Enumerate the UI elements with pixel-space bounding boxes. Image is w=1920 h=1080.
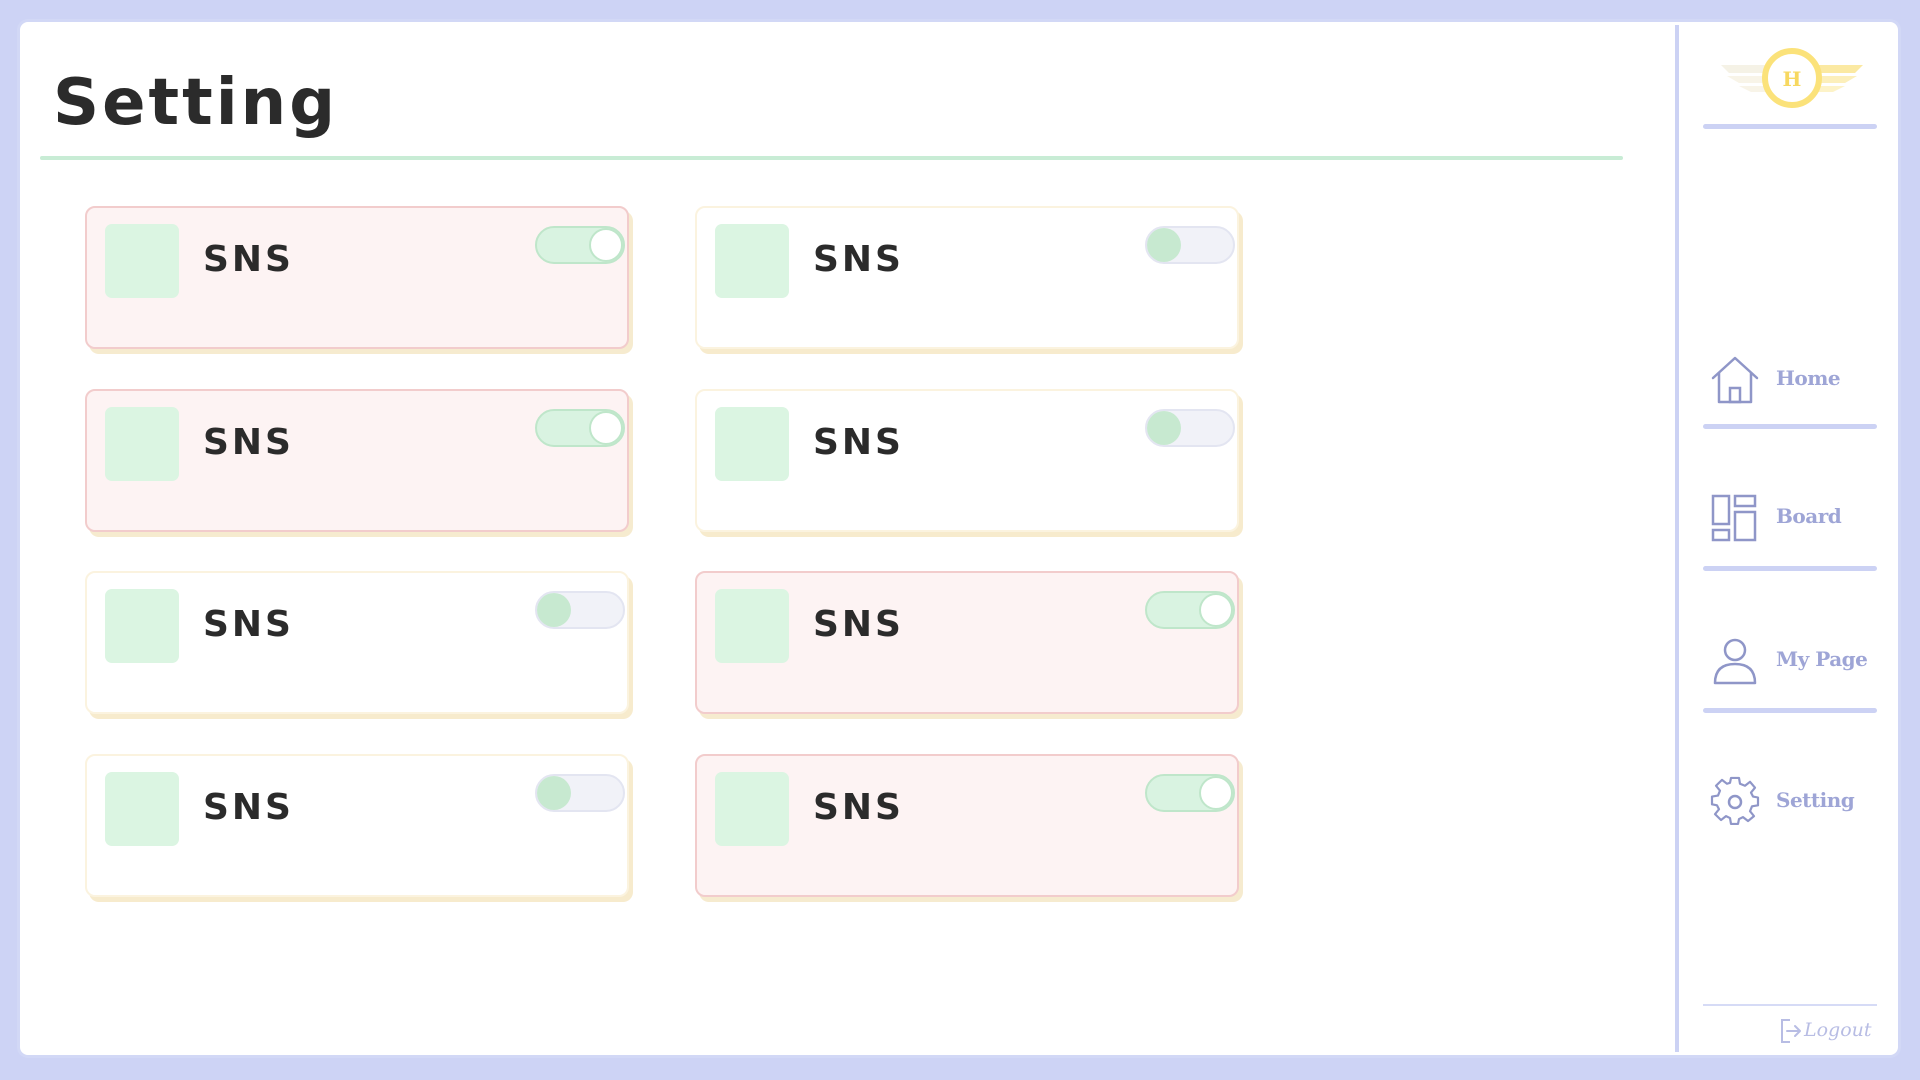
gear-icon — [1710, 776, 1760, 826]
main-content: Setting SNS SNS SNS SNS SNS SNS SNS SNS — [23, 25, 1673, 1052]
setting-label: SNS — [203, 604, 294, 645]
sns-icon — [105, 772, 179, 846]
logo-icon[interactable]: H — [1717, 43, 1867, 117]
setting-card: SNS — [695, 206, 1239, 349]
sns-icon — [715, 407, 789, 481]
sns-icon — [105, 589, 179, 663]
logout-divider — [1703, 1004, 1877, 1006]
home-icon — [1711, 356, 1759, 404]
sidebar: H Home Board My Page Setting Logout — [1675, 25, 1895, 1052]
user-icon — [1713, 638, 1757, 685]
toggle-knob — [537, 776, 571, 810]
sidebar-divider — [1703, 124, 1877, 129]
setting-toggle[interactable] — [1145, 774, 1235, 812]
sns-icon — [715, 772, 789, 846]
toggle-knob — [1199, 593, 1233, 627]
board-icon — [1711, 494, 1757, 542]
page-title: Setting — [53, 66, 338, 140]
setting-label: SNS — [203, 422, 294, 463]
sns-icon — [105, 407, 179, 481]
toggle-knob — [589, 411, 623, 445]
setting-label: SNS — [203, 239, 294, 280]
setting-label: SNS — [813, 604, 904, 645]
setting-toggle[interactable] — [535, 591, 625, 629]
sidebar-item-setting[interactable]: Setting — [1709, 771, 1879, 831]
setting-toggle[interactable] — [535, 774, 625, 812]
sidebar-item-label: Setting — [1776, 788, 1855, 812]
logout-icon — [1781, 1019, 1801, 1043]
setting-label: SNS — [813, 787, 904, 828]
app-window: Setting SNS SNS SNS SNS SNS SNS SNS SNS … — [20, 22, 1898, 1055]
toggle-knob — [1147, 228, 1181, 262]
logo-letter: H — [1783, 67, 1802, 91]
setting-label: SNS — [813, 422, 904, 463]
sns-icon — [715, 224, 789, 298]
sidebar-item-label: My Page — [1776, 647, 1868, 671]
setting-card: SNS — [85, 206, 629, 349]
sidebar-item-label: Board — [1776, 504, 1842, 528]
setting-card: SNS — [85, 389, 629, 532]
sidebar-divider — [1703, 708, 1877, 713]
setting-card: SNS — [85, 754, 629, 897]
sidebar-item-home[interactable]: Home — [1709, 349, 1879, 409]
setting-toggle[interactable] — [535, 409, 625, 447]
sidebar-item-board[interactable]: Board — [1709, 487, 1879, 547]
sidebar-divider — [1703, 424, 1877, 429]
sidebar-divider — [1703, 566, 1877, 571]
logout-label: Logout — [1804, 1019, 1872, 1041]
setting-toggle[interactable] — [1145, 226, 1235, 264]
setting-label: SNS — [203, 787, 294, 828]
logout-button[interactable]: Logout — [1780, 1016, 1890, 1046]
toggle-knob — [1147, 411, 1181, 445]
sns-icon — [105, 224, 179, 298]
toggle-knob — [537, 593, 571, 627]
setting-card: SNS — [695, 389, 1239, 532]
title-divider — [40, 156, 1623, 160]
setting-card: SNS — [695, 571, 1239, 714]
sidebar-item-my-page[interactable]: My Page — [1709, 630, 1879, 690]
setting-toggle[interactable] — [1145, 409, 1235, 447]
sidebar-item-label: Home — [1776, 366, 1841, 390]
setting-card: SNS — [695, 754, 1239, 897]
setting-card: SNS — [85, 571, 629, 714]
setting-toggle[interactable] — [535, 226, 625, 264]
sns-icon — [715, 589, 789, 663]
toggle-knob — [1199, 776, 1233, 810]
setting-toggle[interactable] — [1145, 591, 1235, 629]
toggle-knob — [589, 228, 623, 262]
setting-label: SNS — [813, 239, 904, 280]
